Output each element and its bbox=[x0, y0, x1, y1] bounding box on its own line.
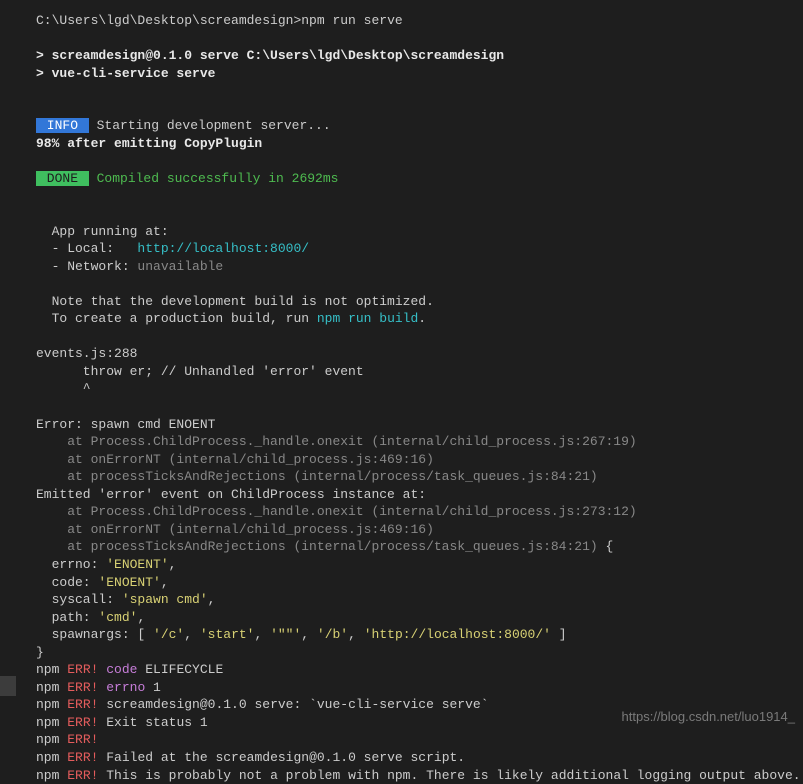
npm-err-blank: npm ERR! bbox=[36, 731, 803, 749]
arg4: '/b' bbox=[317, 627, 348, 642]
code-value: ELIFECYCLE bbox=[137, 662, 223, 677]
code-label: code: bbox=[36, 575, 98, 590]
error-trace2: at onErrorNT (internal/child_process.js:… bbox=[36, 451, 803, 469]
caret-line: ^ bbox=[36, 380, 803, 398]
path-val: 'cmd' bbox=[98, 610, 137, 625]
npm-script-line1: > screamdesign@0.1.0 serve C:\Users\lgd\… bbox=[36, 47, 803, 65]
blank-line bbox=[36, 82, 803, 100]
probably-text: This is probably not a problem with npm.… bbox=[98, 768, 800, 783]
errno-value: 1 bbox=[145, 680, 161, 695]
note-pre: To create a production build, run bbox=[36, 311, 317, 326]
syscall-val: 'spawn cmd' bbox=[122, 592, 208, 607]
blank-line bbox=[36, 30, 803, 48]
brace-close: } bbox=[36, 644, 803, 662]
blank-line bbox=[36, 100, 803, 118]
code-val: 'ENOENT' bbox=[98, 575, 160, 590]
syscall-label: syscall: bbox=[36, 592, 122, 607]
error-trace4: at Process.ChildProcess._handle.onexit (… bbox=[36, 503, 803, 521]
prompt-command: npm run serve bbox=[301, 13, 402, 28]
npm-err-errno: npm ERR! errno 1 bbox=[36, 679, 803, 697]
error-trace1: at Process.ChildProcess._handle.onexit (… bbox=[36, 433, 803, 451]
args-close: ] bbox=[551, 627, 567, 642]
blank-line bbox=[36, 205, 803, 223]
error-trace5: at onErrorNT (internal/child_process.js:… bbox=[36, 521, 803, 539]
prompt-path: C:\Users\lgd\Desktop\screamdesign> bbox=[36, 13, 301, 28]
spawnargs-line: spawnargs: [ '/c', 'start', '""', '/b', … bbox=[36, 626, 803, 644]
error-trace6: at processTicksAndRejections (internal/p… bbox=[36, 538, 803, 556]
blank-line bbox=[36, 187, 803, 205]
blank-line bbox=[36, 398, 803, 416]
exit-status: Exit status 1 bbox=[98, 715, 207, 730]
info-line: INFO Starting development server... bbox=[36, 117, 803, 135]
blank-line bbox=[36, 275, 803, 293]
err-label: ERR! bbox=[67, 662, 98, 677]
error-header: Error: spawn cmd ENOENT bbox=[36, 416, 803, 434]
note-cmd: npm run build bbox=[317, 311, 418, 326]
spawnargs-label: spawnargs: [ bbox=[36, 627, 153, 642]
network-value: unavailable bbox=[137, 259, 223, 274]
prompt-line: C:\Users\lgd\Desktop\screamdesign>npm ru… bbox=[36, 12, 803, 30]
path-line: path: 'cmd', bbox=[36, 609, 803, 627]
errno-line: errno: 'ENOENT', bbox=[36, 556, 803, 574]
npm-err-probably: npm ERR! This is probably not a problem … bbox=[36, 767, 803, 784]
note-line1: Note that the development build is not o… bbox=[36, 293, 803, 311]
blank-line bbox=[36, 328, 803, 346]
error-trace3: at processTicksAndRejections (internal/p… bbox=[36, 468, 803, 486]
arg1: '/c' bbox=[153, 627, 184, 642]
trace6-pre: at processTicksAndRejections (internal/p… bbox=[36, 539, 598, 554]
arg2: 'start' bbox=[200, 627, 255, 642]
events-file: events.js:288 bbox=[36, 345, 803, 363]
trace6-post: { bbox=[598, 539, 614, 554]
errno-label: errno: bbox=[36, 557, 106, 572]
note-line2: To create a production build, run npm ru… bbox=[36, 310, 803, 328]
failed-text: Failed at the screamdesign@0.1.0 serve s… bbox=[98, 750, 465, 765]
errno-val: 'ENOENT' bbox=[106, 557, 168, 572]
progress-line: 98% after emitting CopyPlugin bbox=[36, 135, 803, 153]
local-label: - Local: bbox=[36, 241, 137, 256]
info-text: Starting development server... bbox=[89, 118, 331, 133]
blank-line bbox=[36, 152, 803, 170]
arg5: 'http://localhost:8000/' bbox=[364, 627, 551, 642]
note-post: . bbox=[418, 311, 426, 326]
gutter-marker bbox=[0, 676, 16, 696]
info-badge: INFO bbox=[36, 118, 89, 133]
done-text: Compiled successfully in 2692ms bbox=[89, 171, 339, 186]
done-badge: DONE bbox=[36, 171, 89, 186]
watermark: https://blog.csdn.net/luo1914_ bbox=[622, 708, 795, 726]
arg3: '""' bbox=[270, 627, 301, 642]
code-key: code bbox=[98, 662, 137, 677]
path-label: path: bbox=[36, 610, 98, 625]
emitted-header: Emitted 'error' event on ChildProcess in… bbox=[36, 486, 803, 504]
throw-line: throw er; // Unhandled 'error' event bbox=[36, 363, 803, 381]
errno-key: errno bbox=[98, 680, 145, 695]
done-line: DONE Compiled successfully in 2692ms bbox=[36, 170, 803, 188]
code-line: code: 'ENOENT', bbox=[36, 574, 803, 592]
network-label: - Network: bbox=[36, 259, 137, 274]
local-line: - Local: http://localhost:8000/ bbox=[36, 240, 803, 258]
app-running-header: App running at: bbox=[36, 223, 803, 241]
npm-err-code: npm ERR! code ELIFECYCLE bbox=[36, 661, 803, 679]
npm-script-line2: > vue-cli-service serve bbox=[36, 65, 803, 83]
npm-err-failed: npm ERR! Failed at the screamdesign@0.1.… bbox=[36, 749, 803, 767]
syscall-line: syscall: 'spawn cmd', bbox=[36, 591, 803, 609]
network-line: - Network: unavailable bbox=[36, 258, 803, 276]
serve-fail: screamdesign@0.1.0 serve: `vue-cli-servi… bbox=[98, 697, 488, 712]
local-url[interactable]: http://localhost:8000/ bbox=[137, 241, 309, 256]
